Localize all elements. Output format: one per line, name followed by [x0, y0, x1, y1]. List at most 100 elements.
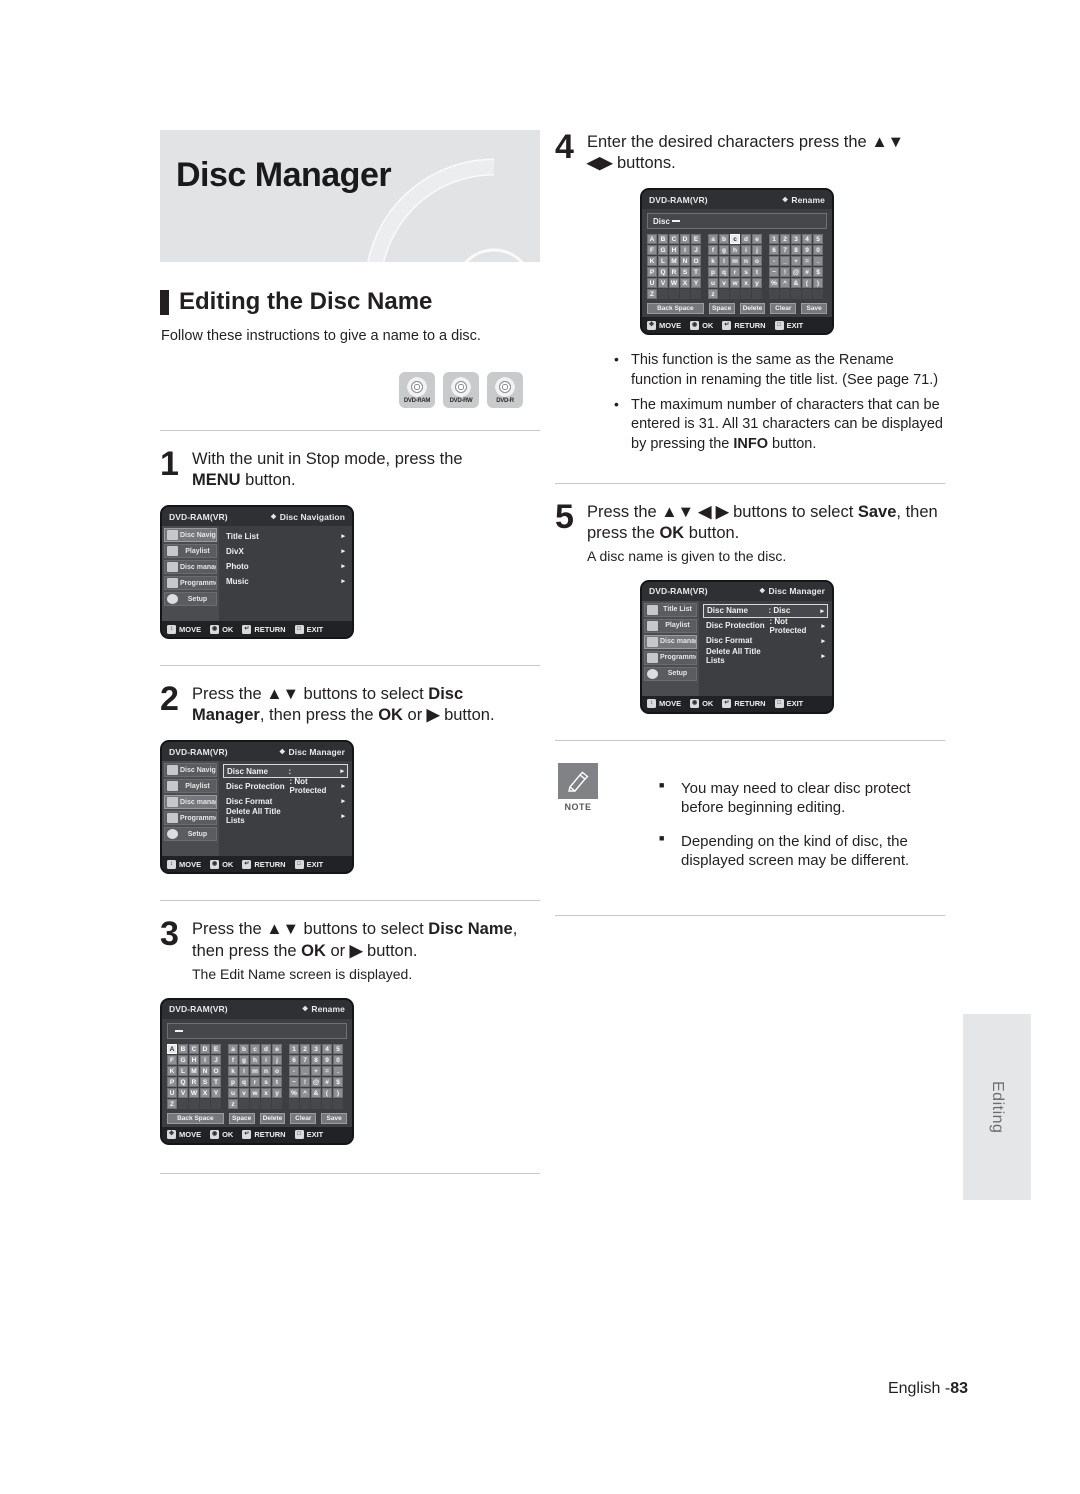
keyboard-key-o[interactable]: o — [752, 256, 762, 267]
keyboard-key-b[interactable]: b — [239, 1043, 249, 1054]
clear-button[interactable]: Clear — [290, 1112, 317, 1124]
keyboard-key-g[interactable]: g — [719, 245, 729, 256]
keyboard-key-z[interactable]: z — [708, 289, 718, 300]
keyboard-key-E[interactable]: E — [691, 234, 701, 245]
keyboard-key-Z[interactable]: Z — [647, 289, 657, 300]
keyboard-key-a[interactable]: a — [228, 1043, 238, 1054]
keyboard-key-J[interactable]: J — [211, 1054, 221, 1065]
menu-row-disc-protection[interactable]: Disc Protection: Not Protected ▸ — [703, 617, 828, 635]
keyboard-key-H[interactable]: H — [189, 1054, 199, 1065]
keyboard-key-T[interactable]: T — [211, 1076, 221, 1087]
keyboard-key-s[interactable]: s — [261, 1076, 271, 1087]
keyboard-key-u[interactable]: u — [708, 278, 718, 289]
keyboard-key-F[interactable]: F — [167, 1054, 177, 1065]
keyboard-key-R[interactable]: R — [189, 1076, 199, 1087]
keyboard-key-z[interactable]: z — [228, 1098, 238, 1109]
keyboard-key-b[interactable]: b — [719, 234, 729, 245]
keyboard-key-r[interactable]: r — [250, 1076, 260, 1087]
keyboard-key-6[interactable]: 6 — [289, 1054, 299, 1065]
keyboard-key-#[interactable]: # — [802, 267, 812, 278]
keyboard-key-c[interactable]: c — [250, 1043, 260, 1054]
keyboard-key-E[interactable]: E — [211, 1043, 221, 1054]
keyboard-key-=[interactable]: = — [802, 256, 812, 267]
keyboard-key-4[interactable]: 4 — [802, 234, 812, 245]
keyboard-key-i[interactable]: i — [741, 245, 751, 256]
keyboard-key-u[interactable]: u — [228, 1087, 238, 1098]
keyboard-key-B[interactable]: B — [178, 1043, 188, 1054]
keyboard-key-W[interactable]: W — [189, 1087, 199, 1098]
keyboard-key-0[interactable]: 0 — [333, 1054, 343, 1065]
keyboard-key-x[interactable]: x — [261, 1087, 271, 1098]
keyboard-key-M[interactable]: M — [189, 1065, 199, 1076]
keyboard-key-V[interactable]: V — [658, 278, 668, 289]
keyboard-key-R[interactable]: R — [669, 267, 679, 278]
menu-row-delete-all-title-lists[interactable]: Delete All Title Lists ▸ — [703, 647, 828, 665]
keyboard-key-I[interactable]: I — [200, 1054, 210, 1065]
sidebar-item-programme[interactable]: Programme — [164, 576, 217, 591]
keyboard-key-e[interactable]: e — [752, 234, 762, 245]
sidebar-item-disc-manager[interactable]: Disc manager — [164, 560, 217, 575]
keyboard-key-k[interactable]: k — [228, 1065, 238, 1076]
keyboard-key-Q[interactable]: Q — [178, 1076, 188, 1087]
keyboard-key-c[interactable]: c — [730, 234, 740, 245]
keyboard-key-D[interactable]: D — [680, 234, 690, 245]
keyboard-key-g[interactable]: g — [239, 1054, 249, 1065]
keyboard-key-d[interactable]: d — [261, 1043, 271, 1054]
keyboard-key-A[interactable]: A — [647, 234, 657, 245]
keyboard-key-$[interactable]: $ — [333, 1076, 343, 1087]
sidebar-item-disc-navigation[interactable]: Disc Navigation — [164, 763, 217, 778]
keyboard-key-o[interactable]: o — [272, 1065, 282, 1076]
keyboard-key-v[interactable]: v — [239, 1087, 249, 1098]
keyboard-key-2[interactable]: 2 — [780, 234, 790, 245]
keyboard-key-&[interactable]: & — [791, 278, 801, 289]
menu-row-delete-all-title-lists[interactable]: Delete All Title Lists ▸ — [223, 807, 348, 825]
keyboard-key-J[interactable]: J — [691, 245, 701, 256]
back-space-button[interactable]: Back Space — [647, 303, 704, 315]
menu-row-title-list[interactable]: Title List ▸ — [223, 529, 348, 543]
keyboard-key--[interactable]: - — [289, 1065, 299, 1076]
menu-row-divx[interactable]: DivX ▸ — [223, 544, 348, 558]
keyboard-key-G[interactable]: G — [658, 245, 668, 256]
sidebar-item-title-list[interactable]: Title List — [644, 602, 697, 617]
keyboard-key-.[interactable]: . — [333, 1065, 343, 1076]
keyboard-key-%[interactable]: % — [289, 1087, 299, 1098]
keyboard-key-![interactable]: ! — [780, 267, 790, 278]
keyboard-key-X[interactable]: X — [680, 278, 690, 289]
keyboard-key-t[interactable]: t — [272, 1076, 282, 1087]
keyboard-key-p[interactable]: p — [228, 1076, 238, 1087]
clear-button[interactable]: Clear — [770, 303, 797, 315]
keyboard-key-M[interactable]: M — [669, 256, 679, 267]
keyboard-key-n[interactable]: n — [741, 256, 751, 267]
keyboard-key-v[interactable]: v — [719, 278, 729, 289]
keyboard-key-j[interactable]: j — [272, 1054, 282, 1065]
menu-row-photo[interactable]: Photo ▸ — [223, 559, 348, 573]
sidebar-item-programme[interactable]: Programme — [644, 650, 697, 665]
keyboard-key-N[interactable]: N — [200, 1065, 210, 1076]
keyboard-key-w[interactable]: w — [730, 278, 740, 289]
keyboard-key-m[interactable]: m — [730, 256, 740, 267]
keyboard-key-#[interactable]: # — [322, 1076, 332, 1087]
keyboard-key-G[interactable]: G — [178, 1054, 188, 1065]
keyboard-key-1[interactable]: 1 — [289, 1043, 299, 1054]
name-input[interactable]: Disc — [647, 213, 827, 230]
keyboard-key-)[interactable]: ) — [333, 1087, 343, 1098]
sidebar-item-playlist[interactable]: Playlist — [644, 618, 697, 633]
keyboard-key-_[interactable]: _ — [300, 1065, 310, 1076]
keyboard-key-L[interactable]: L — [178, 1065, 188, 1076]
keyboard-key-r[interactable]: r — [730, 267, 740, 278]
keyboard-key-0[interactable]: 0 — [813, 245, 823, 256]
sidebar-item-setup[interactable]: Setup — [164, 827, 217, 842]
keyboard-key-@[interactable]: @ — [311, 1076, 321, 1087]
sidebar-item-disc-manager[interactable]: Disc manager — [164, 795, 217, 810]
keyboard-key-m[interactable]: m — [250, 1065, 260, 1076]
keyboard-key-i[interactable]: i — [261, 1054, 271, 1065]
keyboard-key-Z[interactable]: Z — [167, 1098, 177, 1109]
sidebar-item-playlist[interactable]: Playlist — [164, 779, 217, 794]
keyboard-key-W[interactable]: W — [669, 278, 679, 289]
keyboard-key-T[interactable]: T — [691, 267, 701, 278]
keyboard-key-s[interactable]: s — [741, 267, 751, 278]
keyboard-key-.[interactable]: . — [813, 256, 823, 267]
keyboard-key-U[interactable]: U — [647, 278, 657, 289]
keyboard-key-3[interactable]: 3 — [311, 1043, 321, 1054]
keyboard-key-6[interactable]: 6 — [769, 245, 779, 256]
